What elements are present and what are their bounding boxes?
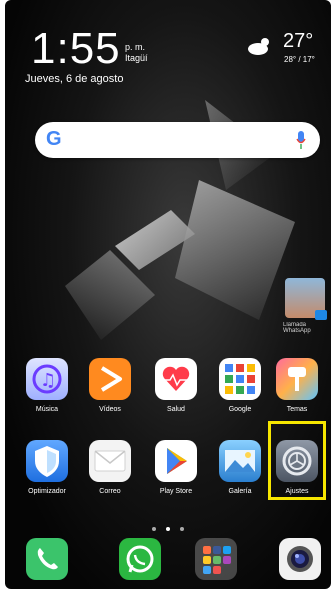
dock-whatsapp[interactable] [117, 538, 163, 580]
music-icon: ♫ [26, 358, 68, 400]
shield-icon [26, 440, 68, 482]
mic-icon[interactable] [296, 130, 306, 150]
app-label: Correo [99, 488, 121, 495]
app-label: Vídeos [99, 406, 121, 413]
weather-temperature[interactable]: 27° [283, 30, 313, 53]
play-store-icon [155, 440, 197, 482]
weather-cloud-icon [248, 38, 269, 55]
gallery-icon [219, 440, 261, 482]
apps-folder-icon [195, 538, 237, 580]
app-label: Play Store [159, 488, 193, 495]
mail-icon [89, 440, 131, 482]
app-label: Optimizador [28, 488, 66, 495]
paintbrush-icon [276, 358, 318, 400]
video-play-icon [89, 358, 131, 400]
clock-ampm: p. m. [125, 42, 146, 52]
dock-folder[interactable] [193, 538, 239, 580]
google-search-bar[interactable]: G [35, 122, 320, 158]
app-label: Temas [286, 406, 308, 413]
app-label: Música [35, 406, 59, 413]
google-folder-icon [219, 358, 261, 400]
dock-phone[interactable] [24, 538, 70, 580]
app-play-store[interactable]: Play Store [153, 440, 199, 495]
dock-camera[interactable] [277, 538, 323, 580]
page-dot [180, 527, 185, 531]
app-optimizador[interactable]: Optimizador [24, 440, 70, 495]
svg-text:♫: ♫ [40, 370, 56, 391]
weather-range: 28° / 17° [284, 55, 315, 64]
app-temas[interactable]: Temas [274, 358, 320, 413]
clock-location: Itagüí [125, 53, 148, 63]
video-call-icon [315, 310, 327, 320]
app-galeria[interactable]: Galería [217, 440, 263, 495]
app-musica[interactable]: ♫ Música [24, 358, 70, 413]
settings-highlight-box [268, 421, 326, 500]
camera-icon [279, 538, 321, 580]
whatsapp-icon [119, 538, 161, 580]
home-screen: 1:55 p. m. Itagüí Jueves, 6 de agosto 27… [5, 0, 331, 589]
phone-icon [26, 538, 68, 580]
contact-shortcut-label: Llamada WhatsApp [283, 322, 311, 334]
app-label: Salud [167, 406, 185, 413]
clock-date: Jueves, 6 de agosto [25, 73, 124, 85]
heart-pulse-icon [155, 358, 197, 400]
clock-time[interactable]: 1:55 [31, 24, 121, 74]
app-label: Galería [228, 488, 252, 495]
page-dot-active [166, 527, 170, 531]
app-correo[interactable]: Correo [87, 440, 133, 495]
app-videos[interactable]: Vídeos [87, 358, 133, 413]
google-logo-icon: G [46, 128, 62, 150]
page-dot [151, 527, 156, 531]
page-indicator[interactable] [5, 518, 331, 536]
contact-shortcut[interactable] [285, 278, 327, 320]
wallpaper-shard [175, 180, 295, 320]
app-salud[interactable]: Salud [153, 358, 199, 413]
app-google[interactable]: Google [217, 358, 263, 413]
app-label: Google [228, 406, 252, 413]
